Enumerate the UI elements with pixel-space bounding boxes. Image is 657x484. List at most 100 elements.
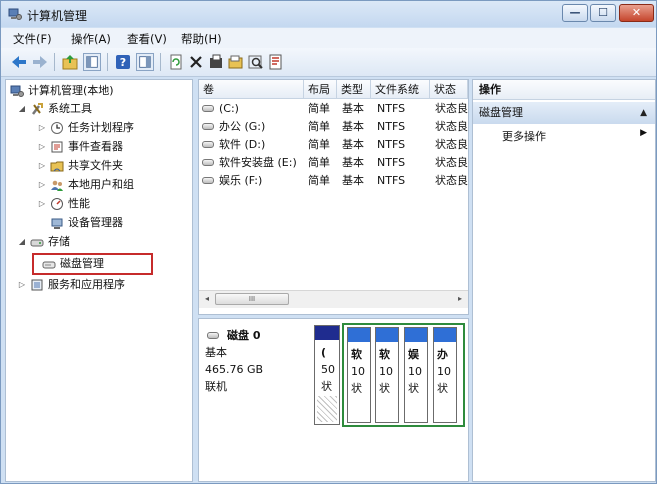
partition-size: 10: [437, 365, 451, 378]
actions-header: 操作: [473, 80, 655, 100]
volume-status: 状态良: [435, 138, 468, 151]
disk-info[interactable]: 磁盘 0 基本 465.76 GB 联机: [205, 327, 305, 395]
volume-name: 软件 (D:): [219, 138, 266, 151]
column-header-filesystem[interactable]: 文件系统: [371, 80, 430, 99]
tree-item-task-scheduler[interactable]: ▷ 任务计划程序: [10, 119, 190, 137]
tree-item-device-manager[interactable]: 设备管理器: [10, 214, 190, 232]
horizontal-scrollbar[interactable]: ◂ III ▸: [199, 290, 468, 308]
window-title: 计算机管理: [27, 9, 88, 23]
scroll-right-icon[interactable]: ▸: [453, 292, 467, 306]
tree-label: 事件查看器: [68, 140, 123, 153]
back-icon[interactable]: [10, 53, 28, 71]
table-row[interactable]: 娱乐 (F:) 简单 基本 NTFS 状态良: [199, 172, 468, 190]
tree-item-storage[interactable]: ◢ 存储: [10, 233, 190, 251]
volume-filesystem: NTFS: [377, 156, 406, 169]
delete-icon[interactable]: [187, 53, 205, 71]
scroll-thumb[interactable]: III: [215, 293, 289, 305]
disk-state: 联机: [205, 380, 227, 393]
clock-icon: [51, 122, 63, 134]
scroll-left-icon[interactable]: ◂: [200, 292, 214, 306]
show-hide-tree-icon[interactable]: [83, 53, 101, 71]
expanded-arrow-icon[interactable]: ◢: [18, 233, 26, 251]
menu-view[interactable]: 查看(V): [127, 31, 167, 47]
column-header-layout[interactable]: 布局: [304, 80, 337, 99]
partition-logical[interactable]: 软 10 状: [347, 327, 371, 423]
refresh-icon[interactable]: [167, 53, 185, 71]
partition-status: 状: [408, 382, 419, 395]
partition-logical[interactable]: 办 10 状: [433, 327, 457, 423]
collapse-icon[interactable]: ▲: [640, 102, 647, 124]
forward-icon[interactable]: [31, 53, 49, 71]
menu-bar: 文件(F) 操作(A) 查看(V) 帮助(H): [1, 28, 656, 48]
partition-name: 办: [437, 348, 448, 361]
up-folder-icon[interactable]: [61, 53, 79, 71]
partition-label: 娱 10 状: [408, 346, 425, 397]
partition-header: [348, 328, 370, 342]
collapsed-arrow-icon[interactable]: ▷: [38, 157, 46, 175]
submenu-arrow-icon[interactable]: ▶: [640, 128, 647, 138]
extended-partition[interactable]: 软 10 状 软 10 状 娱 10 状 办 10 状: [342, 323, 465, 427]
tools-icon: [32, 103, 43, 115]
collapsed-arrow-icon[interactable]: ▷: [38, 176, 46, 194]
menu-help[interactable]: 帮助(H): [181, 31, 222, 47]
volume-type: 基本: [342, 156, 364, 169]
computer-management-icon: [8, 8, 22, 20]
menu-file[interactable]: 文件(F): [13, 31, 52, 47]
properties-sheet-icon[interactable]: [207, 53, 225, 71]
partition-status: 状: [321, 380, 332, 393]
volume-layout: 简单: [308, 102, 330, 115]
partition-status: 状: [437, 382, 448, 395]
disk-management-highlight: [32, 253, 153, 275]
partition-header: [315, 326, 339, 340]
volume-status: 状态良: [435, 120, 468, 133]
partition-name: 软: [379, 348, 390, 361]
actions-section-disk-management[interactable]: 磁盘管理 ▲: [473, 102, 655, 124]
properties-icon[interactable]: [136, 53, 154, 71]
collapsed-arrow-icon[interactable]: ▷: [38, 138, 46, 156]
tree-label: 任务计划程序: [68, 121, 134, 134]
expanded-arrow-icon[interactable]: ◢: [18, 100, 26, 118]
column-header-volume[interactable]: 卷: [199, 80, 304, 99]
menu-action[interactable]: 操作(A): [71, 31, 111, 47]
export-icon[interactable]: [267, 53, 285, 71]
tree-item-local-users[interactable]: ▷ 本地用户和组: [10, 176, 190, 194]
storage-icon: [30, 239, 44, 247]
partition-logical[interactable]: 软 10 状: [375, 327, 399, 423]
search-icon[interactable]: [247, 53, 265, 71]
performance-icon: [51, 198, 63, 210]
partition-hatch: [317, 396, 337, 422]
collapsed-arrow-icon[interactable]: ▷: [38, 119, 46, 137]
table-row[interactable]: 软件安装盘 (E:) 简单 基本 NTFS 状态良: [199, 154, 468, 172]
column-header-type[interactable]: 类型: [337, 80, 371, 99]
partition-size: 50: [321, 363, 335, 376]
tree-item-root[interactable]: 计算机管理(本地): [10, 82, 190, 100]
minimize-button[interactable]: —: [562, 4, 588, 22]
title-bar[interactable]: 计算机管理 — ☐ ✕: [1, 1, 656, 27]
column-header-status[interactable]: 状态: [430, 80, 468, 99]
table-row[interactable]: (C:) 简单 基本 NTFS 状态良: [199, 100, 468, 118]
partition-system[interactable]: ( 50 状: [314, 325, 340, 425]
drive-icon: [202, 159, 214, 166]
table-row[interactable]: 软件 (D:) 简单 基本 NTFS 状态良: [199, 136, 468, 154]
collapsed-arrow-icon[interactable]: ▷: [38, 195, 46, 213]
open-icon[interactable]: [227, 53, 245, 71]
volume-name: (C:): [219, 102, 239, 115]
volume-layout: 简单: [308, 120, 330, 133]
tree-item-services[interactable]: ▷ 服务和应用程序: [10, 276, 190, 294]
tree-item-event-viewer[interactable]: ▷ 事件查看器: [10, 138, 190, 156]
close-button[interactable]: ✕: [619, 4, 654, 22]
tree-item-performance[interactable]: ▷ 性能: [10, 195, 190, 213]
partition-header: [434, 328, 456, 342]
maximize-button[interactable]: ☐: [590, 4, 616, 22]
partition-label: 办 10 状: [437, 346, 454, 397]
collapsed-arrow-icon[interactable]: ▷: [18, 276, 26, 294]
tree-item-system-tools[interactable]: ◢ 系统工具: [10, 100, 190, 118]
help-icon[interactable]: ?: [114, 53, 132, 71]
volume-type: 基本: [342, 120, 364, 133]
partition-logical[interactable]: 娱 10 状: [404, 327, 428, 423]
more-actions-link[interactable]: 更多操作: [502, 128, 546, 144]
disk-map: 磁盘 0 基本 465.76 GB 联机 ( 50 状 软 10 状 软 10 …: [198, 318, 469, 482]
actions-pane: 操作 磁盘管理 ▲ 更多操作 ▶: [472, 79, 656, 482]
table-row[interactable]: 办公 (G:) 简单 基本 NTFS 状态良: [199, 118, 468, 136]
tree-item-shared-folders[interactable]: ▷ 共享文件夹: [10, 157, 190, 175]
